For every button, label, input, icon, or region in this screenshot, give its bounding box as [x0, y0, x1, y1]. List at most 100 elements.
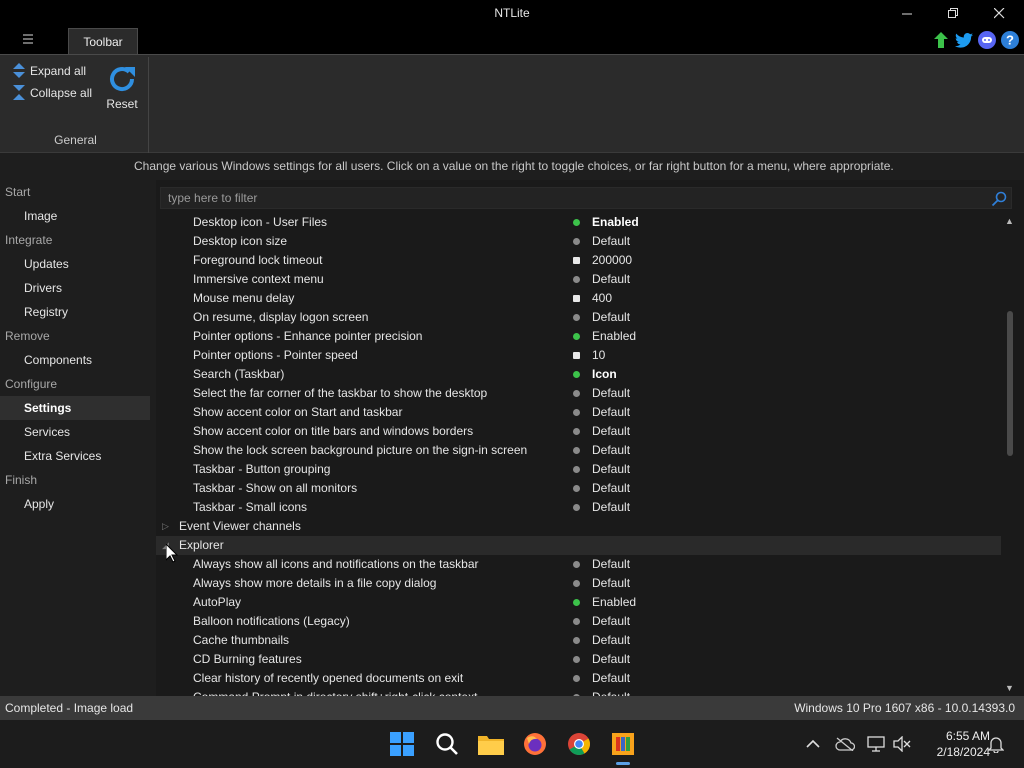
- group-label: Event Viewer channels: [179, 519, 301, 533]
- onedrive-button[interactable]: [834, 734, 856, 754]
- notifications-button[interactable]: [986, 734, 1006, 754]
- setting-value[interactable]: Default: [592, 403, 630, 422]
- sidebar-item-extra-services[interactable]: Extra Services: [0, 444, 156, 468]
- setting-row[interactable]: Cache thumbnails Default: [156, 631, 1001, 650]
- settings-list: Desktop icon - User Files Enabled Desktop …: [156, 213, 1001, 696]
- setting-row[interactable]: Always show all icons and notifications …: [156, 555, 1001, 574]
- setting-value[interactable]: Default: [592, 650, 630, 669]
- sidebar-item-drivers[interactable]: Drivers: [0, 276, 156, 300]
- clock-date: 2/18/2024: [936, 745, 990, 759]
- setting-row[interactable]: AutoPlay Enabled: [156, 593, 1001, 612]
- file-explorer-button[interactable]: [475, 728, 507, 760]
- setting-row[interactable]: On resume, display logon screen Default: [156, 308, 1001, 327]
- collapse-all-label: Collapse all: [30, 86, 93, 100]
- setting-value[interactable]: Default: [592, 384, 630, 403]
- minimize-button[interactable]: [884, 0, 930, 26]
- sidebar-item-settings[interactable]: Settings: [0, 396, 150, 420]
- update-arrow-icon[interactable]: [931, 30, 951, 50]
- setting-row[interactable]: Taskbar - Button grouping Default: [156, 460, 1001, 479]
- discord-icon[interactable]: [977, 30, 997, 50]
- setting-name: Show accent color on title bars and wind…: [193, 424, 474, 438]
- setting-row[interactable]: Immersive context menu Default: [156, 270, 1001, 289]
- setting-value[interactable]: Default: [592, 688, 630, 696]
- reset-button[interactable]: Reset: [106, 63, 138, 111]
- setting-value[interactable]: Enabled: [592, 213, 639, 232]
- setting-row[interactable]: Balloon notifications (Legacy) Default: [156, 612, 1001, 631]
- setting-row[interactable]: Mouse menu delay 400: [156, 289, 1001, 308]
- sidebar-item-apply[interactable]: Apply: [0, 492, 156, 516]
- network-button[interactable]: [866, 734, 886, 754]
- twitter-icon[interactable]: [954, 30, 974, 50]
- setting-value[interactable]: Default: [592, 441, 630, 460]
- group-event-viewer-channels[interactable]: ▷ Event Viewer channels: [156, 517, 1001, 536]
- setting-row[interactable]: Desktop icon size Default: [156, 232, 1001, 251]
- setting-row[interactable]: Clear history of recently opened documen…: [156, 669, 1001, 688]
- status-indicator-icon: [573, 238, 580, 245]
- vertical-scrollbar[interactable]: ▲ ▼: [1001, 213, 1019, 696]
- setting-value[interactable]: Default: [592, 574, 630, 593]
- setting-row[interactable]: Show accent color on Start and taskbar De…: [156, 403, 1001, 422]
- group-explorer[interactable]: ◢ Explorer: [156, 536, 1001, 555]
- restore-button[interactable]: [930, 0, 976, 26]
- filter-box: [160, 187, 1012, 209]
- setting-value[interactable]: Default: [592, 498, 630, 517]
- help-icon[interactable]: ?: [1000, 30, 1020, 50]
- scroll-down-icon[interactable]: ▼: [1005, 683, 1014, 693]
- sidebar-item-components[interactable]: Components: [0, 348, 156, 372]
- sidebar-item-registry[interactable]: Registry: [0, 300, 156, 324]
- menu-hamburger-icon[interactable]: [22, 32, 40, 48]
- setting-row[interactable]: Foreground lock timeout 200000: [156, 251, 1001, 270]
- search-icon[interactable]: [991, 191, 1007, 210]
- setting-value[interactable]: Default: [592, 270, 630, 289]
- setting-value[interactable]: Default: [592, 612, 630, 631]
- volume-button[interactable]: [892, 734, 912, 754]
- sidebar-item-image[interactable]: Image: [0, 204, 156, 228]
- setting-value[interactable]: 200000: [592, 251, 632, 270]
- show-hidden-icons-button[interactable]: [804, 734, 822, 754]
- setting-row[interactable]: Taskbar - Show on all monitors Default: [156, 479, 1001, 498]
- setting-row[interactable]: Show the lock screen background picture …: [156, 441, 1001, 460]
- collapse-all-button[interactable]: Collapse all: [12, 85, 92, 101]
- setting-name: Foreground lock timeout: [193, 253, 323, 267]
- scroll-up-icon[interactable]: ▲: [1005, 216, 1014, 226]
- expand-all-button[interactable]: Expand all: [12, 63, 86, 79]
- setting-row[interactable]: Desktop icon - User Files Enabled: [156, 213, 1001, 232]
- setting-value[interactable]: Default: [592, 669, 630, 688]
- start-button[interactable]: [386, 728, 418, 760]
- setting-row[interactable]: Command Prompt in directory shift+right-…: [156, 688, 1001, 696]
- setting-row[interactable]: Taskbar - Small icons Default: [156, 498, 1001, 517]
- expand-triangle-icon[interactable]: ▷: [162, 517, 169, 536]
- setting-row[interactable]: Always show more details in a file copy …: [156, 574, 1001, 593]
- setting-value[interactable]: Default: [592, 460, 630, 479]
- setting-value[interactable]: Icon: [592, 365, 617, 384]
- setting-value[interactable]: Default: [592, 422, 630, 441]
- close-button[interactable]: [976, 0, 1022, 26]
- chrome-button[interactable]: [563, 728, 595, 760]
- filter-input[interactable]: [161, 188, 1011, 208]
- setting-row[interactable]: Pointer options - Pointer speed 10: [156, 346, 1001, 365]
- sidebar-item-updates[interactable]: Updates: [0, 252, 156, 276]
- setting-row[interactable]: Pointer options - Enhance pointer precis…: [156, 327, 1001, 346]
- setting-value[interactable]: Enabled: [592, 593, 636, 612]
- sidebar-item-services[interactable]: Services: [0, 420, 156, 444]
- setting-row[interactable]: CD Burning features Default: [156, 650, 1001, 669]
- setting-value[interactable]: Default: [592, 479, 630, 498]
- folder-icon: [478, 736, 504, 755]
- ntlite-taskbar-button[interactable]: [607, 728, 639, 765]
- mouse-cursor-icon: [165, 542, 179, 566]
- setting-value[interactable]: Enabled: [592, 327, 636, 346]
- clock[interactable]: 6:55 AM 2/18/2024: [914, 728, 990, 760]
- setting-value[interactable]: Default: [592, 308, 630, 327]
- setting-value[interactable]: Default: [592, 631, 630, 650]
- setting-row[interactable]: Search (Taskbar) Icon: [156, 365, 1001, 384]
- setting-value[interactable]: Default: [592, 555, 630, 574]
- setting-row[interactable]: Select the far corner of the taskbar to …: [156, 384, 1001, 403]
- firefox-button[interactable]: [519, 728, 551, 760]
- setting-value[interactable]: 10: [592, 346, 605, 365]
- setting-value[interactable]: 400: [592, 289, 612, 308]
- setting-row[interactable]: Show accent color on title bars and wind…: [156, 422, 1001, 441]
- taskbar-search-button[interactable]: [431, 728, 463, 760]
- scroll-thumb[interactable]: [1007, 311, 1013, 456]
- setting-value[interactable]: Default: [592, 232, 630, 251]
- tab-toolbar[interactable]: Toolbar: [68, 28, 138, 55]
